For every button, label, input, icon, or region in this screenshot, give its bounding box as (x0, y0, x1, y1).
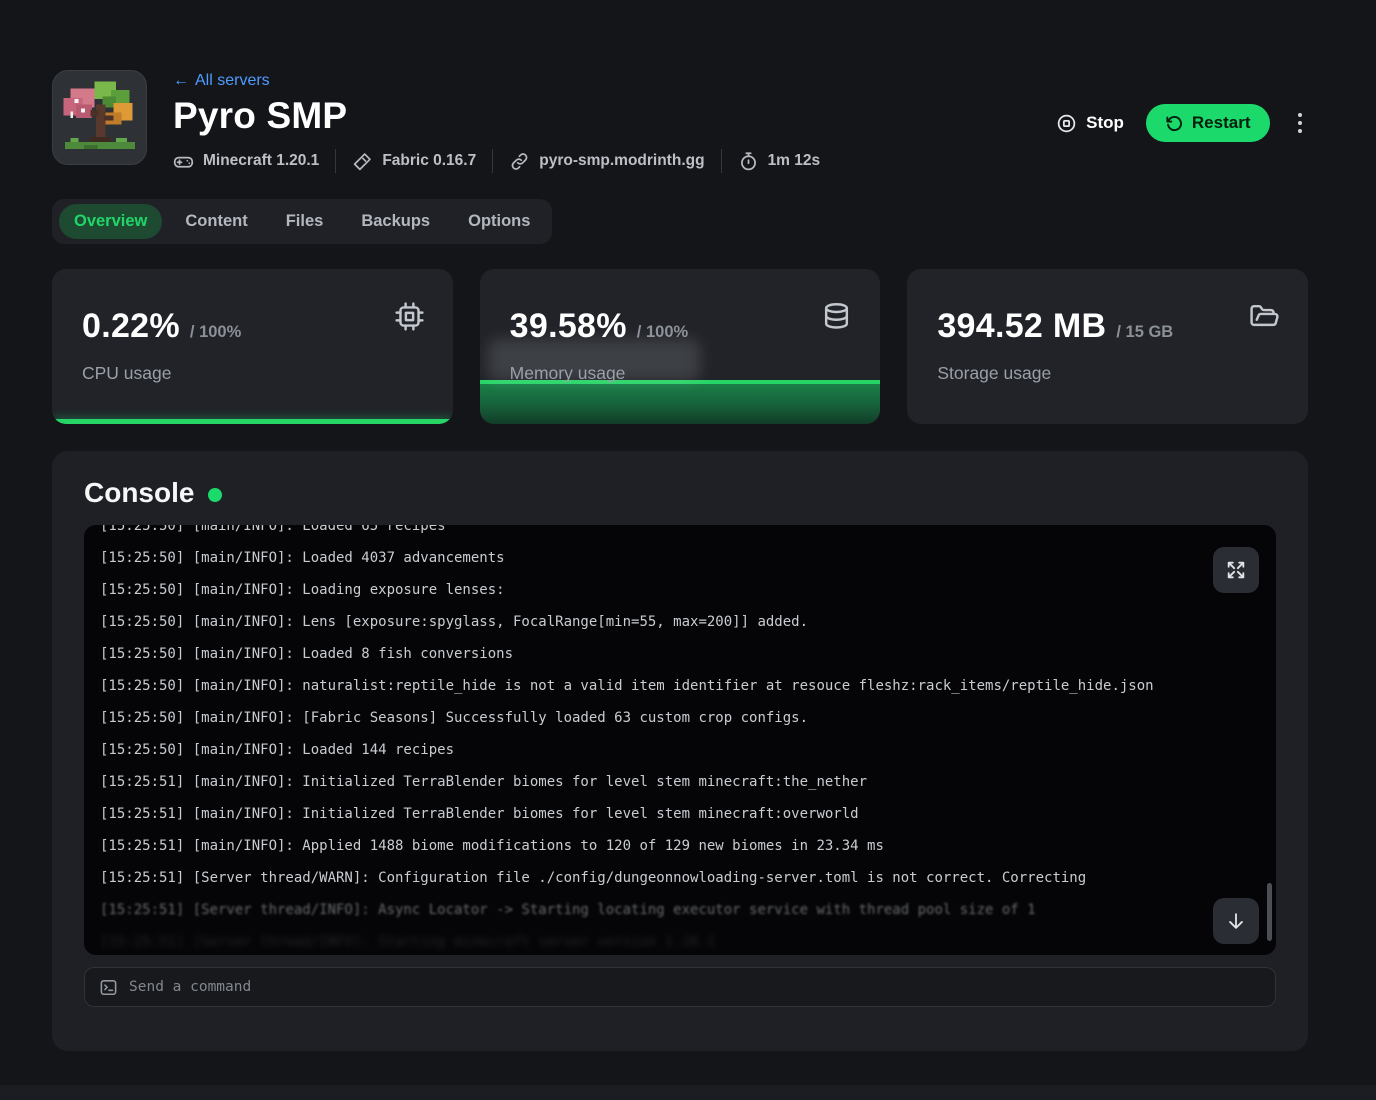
storage-usage-card: 394.52 MB / 15 GB Storage usage (907, 269, 1308, 424)
folder-open-icon (1249, 301, 1280, 337)
stopwatch-icon (738, 151, 759, 172)
server-info: ← All servers Pyro SMP Minecraft 1.20.1 … (173, 70, 820, 173)
kebab-dot (1298, 113, 1303, 118)
server-icon (52, 70, 147, 165)
stop-circle-icon (1056, 113, 1077, 134)
restart-icon (1165, 114, 1184, 133)
cpu-usage-card: 0.22% / 100% CPU usage (52, 269, 453, 424)
storage-usage-value: 394.52 MB (937, 307, 1106, 346)
scroll-to-bottom-button[interactable] (1213, 898, 1259, 944)
cpu-usage-value: 0.22% (82, 307, 180, 346)
server-header: ← All servers Pyro SMP Minecraft 1.20.1 … (52, 70, 1308, 173)
log-line: [15:25:50] [main/INFO]: Loaded 8 fish co… (100, 638, 1276, 670)
back-arrow-icon: ← (173, 72, 189, 90)
log-line: [15:25:50] [main/INFO]: Lens [exposure:s… (100, 606, 1276, 638)
server-dashboard-page: ← All servers Pyro SMP Minecraft 1.20.1 … (0, 0, 1376, 1100)
memory-usage-label: Memory usage (510, 363, 851, 384)
server-name: Pyro SMP (173, 95, 820, 137)
memory-usage-card: 39.58% / 100% Memory usage (480, 269, 881, 424)
log-line-incoming: [15:25:51] [Server thread/INFO]: Startin… (100, 926, 1276, 955)
storage-usage-label: Storage usage (937, 363, 1278, 384)
usage-stats-row: 0.22% / 100% CPU usage 39.58% / 100% Mem… (52, 269, 1308, 424)
seasons-tree-logo (57, 75, 143, 161)
cpu-usage-max: / 100% (190, 323, 241, 342)
tab-options[interactable]: Options (453, 204, 545, 239)
meta-domain[interactable]: pyro-smp.modrinth.gg (509, 151, 704, 172)
meta-loader: Fabric 0.16.7 (352, 151, 476, 172)
meta-separator (492, 149, 493, 173)
kebab-dot (1298, 121, 1303, 126)
link-icon (509, 151, 530, 172)
expand-console-button[interactable] (1213, 547, 1259, 593)
restart-button[interactable]: Restart (1146, 104, 1270, 142)
server-actions: Stop Restart (1056, 104, 1308, 142)
log-line: [15:25:50] [main/INFO]: naturalist:repti… (100, 670, 1276, 702)
server-meta-row: Minecraft 1.20.1 Fabric 0.16.7 pyro-smp.… (173, 149, 820, 173)
terminal-icon (99, 978, 118, 997)
console-panel: Console [15:25:50] [main/INFO]: Loaded 6… (52, 451, 1308, 1051)
log-line: [15:25:51] [Server thread/WARN]: Configu… (100, 862, 1276, 894)
log-line: [15:25:51] [main/INFO]: Applied 1488 bio… (100, 830, 1276, 862)
log-line: [15:25:50] [main/INFO]: [Fabric Seasons]… (100, 702, 1276, 734)
log-line: [15:25:50] [main/INFO]: Loaded 65 recipe… (100, 525, 1276, 542)
tab-files[interactable]: Files (271, 204, 339, 239)
log-line: [15:25:51] [main/INFO]: Initialized Terr… (100, 766, 1276, 798)
log-line: [15:25:50] [main/INFO]: Loaded 4037 adva… (100, 542, 1276, 574)
log-line: [15:25:51] [main/INFO]: Initialized Terr… (100, 798, 1276, 830)
gamepad-icon (173, 151, 194, 172)
command-input[interactable] (129, 979, 1261, 995)
cpu-usage-label: CPU usage (82, 363, 423, 384)
expand-icon (1225, 559, 1247, 581)
database-icon (821, 301, 852, 337)
loader-icon (352, 151, 373, 172)
tab-bar: Overview Content Files Backups Options (52, 199, 552, 244)
console-log-lines: [15:25:50] [main/INFO]: Loaded 65 recipe… (100, 525, 1276, 955)
storage-usage-max: / 15 GB (1116, 323, 1173, 342)
online-status-dot (208, 488, 222, 502)
console-log-viewport[interactable]: [15:25:50] [main/INFO]: Loaded 65 recipe… (84, 525, 1276, 955)
command-input-wrapper[interactable] (84, 967, 1276, 1007)
arrow-down-icon (1225, 910, 1247, 932)
cpu-icon (394, 301, 425, 337)
memory-usage-bar (480, 380, 881, 424)
meta-separator (721, 149, 722, 173)
meta-uptime: 1m 12s (738, 151, 821, 172)
tab-backups[interactable]: Backups (346, 204, 445, 239)
log-line: [15:25:50] [main/INFO]: Loaded 144 recip… (100, 734, 1276, 766)
next-section-edge (0, 1085, 1376, 1100)
log-line: [15:25:50] [main/INFO]: Loading exposure… (100, 574, 1276, 606)
back-link-label: All servers (195, 72, 270, 90)
back-to-all-servers-link[interactable]: ← All servers (173, 72, 270, 90)
stop-button[interactable]: Stop (1056, 113, 1124, 134)
console-scrollbar-thumb[interactable] (1267, 883, 1272, 941)
log-line-incoming: [15:25:51] [Server thread/INFO]: Async L… (100, 894, 1276, 926)
overflow-menu-button[interactable] (1292, 107, 1309, 140)
console-title: Console (84, 477, 194, 509)
tab-overview[interactable]: Overview (59, 204, 162, 239)
meta-game-version: Minecraft 1.20.1 (173, 151, 319, 172)
meta-separator (335, 149, 336, 173)
cpu-usage-bar (52, 419, 453, 424)
tab-content[interactable]: Content (170, 204, 262, 239)
kebab-dot (1298, 129, 1303, 134)
